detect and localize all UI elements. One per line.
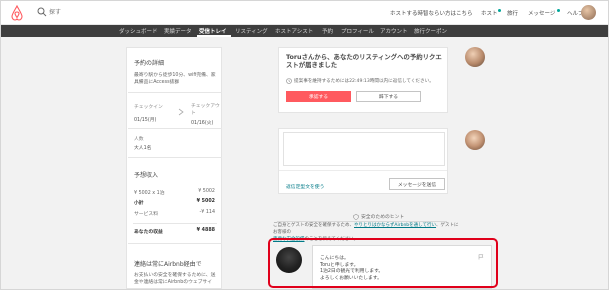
subtotal-label: 小計 [134, 201, 144, 206]
guests-value: 大人1名 [134, 146, 152, 151]
nightly-rate-value: ¥ 5002 [198, 189, 215, 194]
divider [128, 157, 222, 158]
host-info-link[interactable]: ホストする時智ならい方はこちら [390, 9, 473, 17]
earnings-title: 予想収入 [134, 172, 159, 179]
your-earnings-label: あなたの収益 [134, 230, 163, 235]
host-nav-bar: ダッシュボード 実績データ 受信トレイ リスティング ホストアシスト 予約 プロ… [1, 25, 608, 37]
response-deadline-note: 提案事を維持するためには22:49:13時間以内に返信してください。 [294, 79, 434, 84]
safety-hint-prefix: ご自身とゲストの安全を確保するため、 [273, 223, 354, 228]
host-avatar [465, 47, 485, 67]
top-header: ホストする時智ならい方はこちら ホスト 旅行 メッセージ ヘルプ [1, 1, 608, 25]
nav-item-profile[interactable]: プロフィール [341, 27, 374, 35]
divider [128, 128, 222, 129]
airbnb-logo-icon[interactable] [10, 5, 24, 21]
divider [133, 223, 217, 224]
send-message-button[interactable]: メッセージを送信 [389, 178, 445, 190]
chevron-right-icon [178, 108, 184, 116]
highlight-box [268, 238, 498, 288]
quick-reply-link[interactable]: 返信定型文を使う [286, 183, 324, 190]
messages-notification-dot [557, 9, 560, 12]
reservation-details-title: 予約の詳細 [134, 60, 165, 67]
nav-item-inbox[interactable]: 受信トレイ [199, 27, 227, 35]
decline-button[interactable]: 辞下する [356, 91, 421, 102]
checkin-date: 01/15(月) [134, 118, 157, 123]
search-input[interactable] [49, 5, 169, 20]
your-earnings-value: ¥ 4888 [196, 228, 215, 233]
safety-hint-title: 安全のためのヒント [361, 215, 405, 220]
contact-note-title: 連絡は常にAirbnb経由で [134, 261, 202, 268]
search-icon [37, 7, 47, 17]
reservation-details-card: 予約の詳細 最寄り駅から徒歩10分、wifi完備、家具備品にAccess抜群 チ… [126, 47, 222, 289]
nav-item-coupons[interactable]: 旅行クーポン [414, 27, 447, 35]
safety-link-airbnb-messaging[interactable]: やりとりはかならずAirbnbを通して行い [354, 223, 436, 228]
shield-icon [353, 214, 359, 220]
service-fee-label: サービス料 [134, 212, 158, 217]
nightly-rate-label: ¥ 5002 x 1泊 [134, 191, 165, 196]
divider [279, 170, 447, 171]
nav-item-dashboard[interactable]: ダッシュボード [119, 27, 158, 35]
host-avatar [465, 130, 485, 150]
nav-item-account[interactable]: アカウント [380, 27, 408, 35]
request-title: Toruさんから、あなたのリスティングへの予約リクエストが届きました [286, 53, 442, 69]
checkout-date: 01/16(火) [191, 121, 214, 126]
checkout-label: チェックアウト [191, 104, 220, 116]
nav-item-host-assist[interactable]: ホストアシスト [275, 27, 313, 35]
service-fee-value: -¥ 114 [199, 210, 215, 215]
user-avatar[interactable] [581, 5, 596, 20]
clock-icon [286, 78, 292, 84]
nav-item-reservations[interactable]: 予約 [322, 27, 333, 35]
nav-item-stats[interactable]: 実績データ [164, 27, 192, 35]
checkin-label: チェックイン [134, 105, 163, 110]
message-textarea[interactable] [283, 132, 445, 166]
host-menu-link[interactable]: ホスト [481, 9, 498, 17]
subtotal-value: ¥ 5002 [196, 199, 215, 204]
messages-link[interactable]: メッセージ [528, 9, 555, 17]
trips-link[interactable]: 旅行 [507, 9, 518, 17]
host-notification-dot [498, 9, 501, 12]
divider [128, 243, 222, 244]
listing-description: 最寄り駅から徒歩10分、wifi完備、家具備品にAccess抜群 [134, 73, 216, 85]
reservation-request-card: Toruさんから、あなたのリスティングへの予約リクエストが届きました 提案事を維… [278, 47, 448, 113]
contact-note-body: お支払いの安全を確保するために、送金や連絡は常にAirbnbのウェブサイ [134, 273, 216, 285]
message-compose-card: 返信定型文を使う メッセージを送信 [278, 128, 448, 194]
nav-item-listings[interactable]: リスティング [235, 27, 268, 35]
divider [128, 92, 222, 93]
approve-button[interactable]: 承認する [286, 91, 351, 102]
guests-label: 人数 [134, 137, 144, 142]
